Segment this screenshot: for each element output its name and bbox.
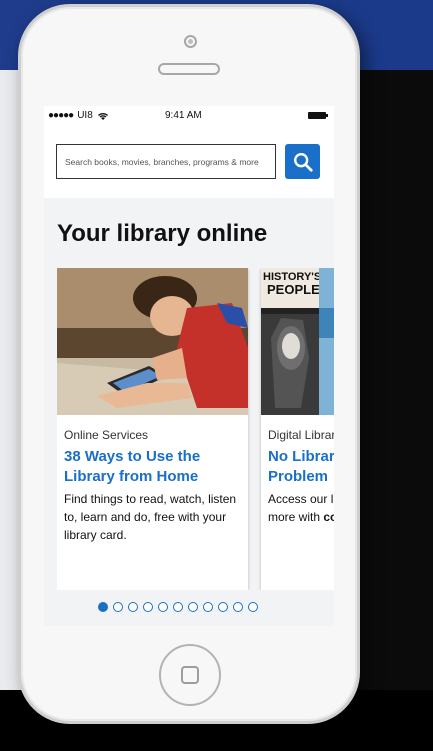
carrier-name: UI8 [77,110,93,121]
book-cover-title-2: PEOPLE [267,282,320,297]
phone-screen: ●●●●● UI8 9:41 AM Your library online [44,106,334,626]
pagination-dot[interactable] [128,602,138,612]
wifi-icon [97,112,108,120]
pagination-dot[interactable] [203,602,213,612]
card-title-link[interactable]: No Library Card? No Problem [268,447,334,487]
status-left: ●●●●● UI8 [48,110,109,121]
card-online-services[interactable]: Online Services 38 Ways to Use the Libra… [57,268,248,590]
search-area [44,126,334,198]
pagination-dot[interactable] [218,602,228,612]
card-description: Find things to read, watch, listen to, l… [64,492,237,542]
home-square-icon [181,666,199,684]
pagination-dot[interactable] [113,602,123,612]
card-carousel[interactable]: Online Services 38 Ways to Use the Libra… [57,268,334,590]
search-input[interactable] [56,144,276,179]
section-title: Your library online [57,220,268,247]
pagination-dot[interactable] [233,602,243,612]
pagination-dot[interactable] [158,602,168,612]
speaker-grille [158,63,220,75]
card-image-child-tablet [57,268,248,415]
status-time: 9:41 AM [165,110,202,121]
camera-icon [184,35,197,48]
battery-icon [308,112,328,119]
card-category: Online Services [64,428,149,442]
card-description: Access our library's ebooks and more wit… [268,490,334,526]
card-image-book-covers: HISTORY'S PEOPLE [261,268,334,415]
home-button[interactable] [159,644,221,706]
pagination-dot[interactable] [188,602,198,612]
pagination-dot[interactable] [248,602,258,612]
search-icon [293,152,313,172]
card-digital-library[interactable]: HISTORY'S PEOPLE Digital Library No Libr… [261,268,334,590]
card-category: Digital Library [268,428,334,442]
card-title-link[interactable]: 38 Ways to Use the Library from Home [64,447,244,487]
search-button[interactable] [285,144,320,179]
pagination-dot[interactable] [98,602,108,612]
pagination-dot[interactable] [143,602,153,612]
pagination-dot[interactable] [173,602,183,612]
card-description-code: code TPL2020 [323,510,334,524]
status-bar: ●●●●● UI8 9:41 AM [44,106,334,126]
signal-dots-icon: ●●●●● [48,110,74,121]
carousel-pagination [98,602,258,612]
